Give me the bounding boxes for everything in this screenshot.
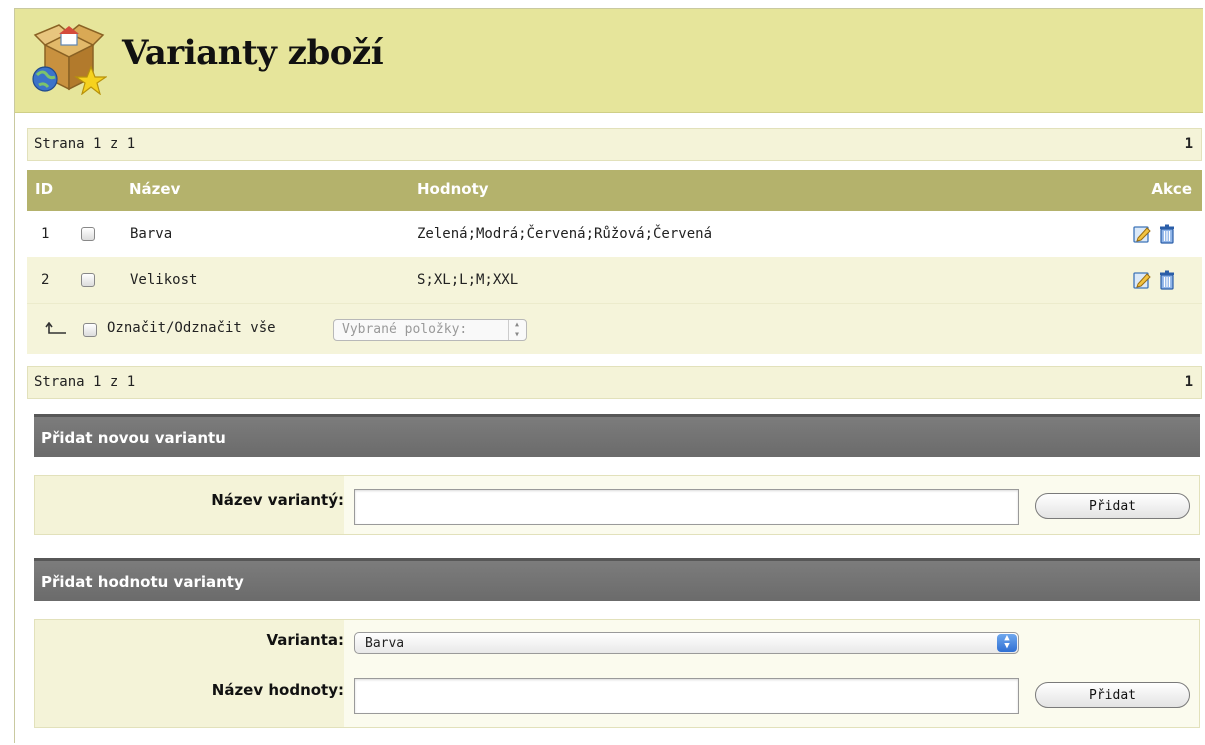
trash-icon[interactable] <box>1157 270 1177 290</box>
pager-label: Strana 1 z 1 <box>34 136 136 152</box>
row-id: 1 <box>41 226 50 242</box>
edit-icon[interactable] <box>1132 224 1152 244</box>
pager-page-link[interactable]: 1 <box>1185 374 1193 390</box>
row-id: 2 <box>41 272 50 288</box>
edit-icon[interactable] <box>1132 270 1152 290</box>
form-field-column: Barva ▲ ▼ Přidat <box>344 620 1199 727</box>
row-name: Barva <box>130 226 173 242</box>
add-value-button[interactable]: Přidat <box>1035 682 1190 708</box>
variant-name-label: Název variantý: <box>211 491 344 509</box>
table-header-row: ID Název Hodnoty Akce <box>27 170 1202 211</box>
logo-box-icon <box>32 24 107 95</box>
form-field-column: Přidat <box>344 476 1199 534</box>
column-header-name[interactable]: Název <box>129 180 180 198</box>
add-variant-heading-bar: Přidat novou variantu <box>34 414 1200 457</box>
select-all-checkbox[interactable] <box>83 323 97 337</box>
page-frame: Varianty zboží Strana 1 z 1 1 ID Název H… <box>14 8 1203 743</box>
select-all-label[interactable]: Označit/Odznačit vše <box>107 320 276 336</box>
chevron-updown-icon: ▴ ▾ <box>507 320 520 340</box>
page-title: Varianty zboží <box>122 33 384 73</box>
add-value-form: Varianta: Název hodnoty: Barva ▲ ▼ Přidat <box>34 619 1200 728</box>
value-name-input[interactable] <box>354 678 1019 714</box>
column-header-id[interactable]: ID <box>35 180 53 198</box>
pager-label: Strana 1 z 1 <box>34 374 136 390</box>
column-header-values[interactable]: Hodnoty <box>417 180 489 198</box>
dropdown-arrows-icon: ▲ ▼ <box>997 634 1017 652</box>
bulk-action-select[interactable]: Vybrané položky: ▴ ▾ <box>333 319 527 341</box>
variant-name-input[interactable] <box>354 489 1019 525</box>
table-row: 1 Barva Zelená;Modrá;Červená;Růžová;Červ… <box>27 211 1202 257</box>
row-checkbox[interactable] <box>81 227 95 241</box>
pager-bottom: Strana 1 z 1 1 <box>27 366 1202 399</box>
column-header-actions: Akce <box>1151 180 1192 198</box>
bulk-action-placeholder: Vybrané položky: <box>342 322 468 337</box>
value-name-label: Název hodnoty: <box>211 681 344 699</box>
add-value-heading: Přidat hodnotu varianty <box>41 573 244 591</box>
row-values: Zelená;Modrá;Červená;Růžová;Červená <box>417 226 713 242</box>
page-header: Varianty zboží <box>15 9 1203 113</box>
row-name: Velikost <box>130 272 198 288</box>
row-values: S;XL;L;M;XXL <box>417 272 519 288</box>
trash-icon[interactable] <box>1157 224 1177 244</box>
add-variant-button[interactable]: Přidat <box>1035 493 1190 519</box>
variant-select-value: Barva <box>365 636 405 651</box>
form-label-column: Název variantý: <box>35 476 344 534</box>
bulk-actions-row: Označit/Odznačit vše Vybrané položky: ▴ ▾ <box>27 303 1202 354</box>
row-checkbox[interactable] <box>81 273 95 287</box>
add-value-heading-bar: Přidat hodnotu varianty <box>34 558 1200 601</box>
pager-page-link[interactable]: 1 <box>1185 136 1193 152</box>
add-variant-heading: Přidat novou variantu <box>41 429 226 447</box>
pager-top: Strana 1 z 1 1 <box>27 128 1202 161</box>
form-label-column: Varianta: Název hodnoty: <box>35 620 344 727</box>
variant-select[interactable]: Barva ▲ ▼ <box>354 632 1019 654</box>
table-row: 2 Velikost S;XL;L;M;XXL <box>27 257 1202 303</box>
variant-select-label: Varianta: <box>266 631 344 649</box>
variants-table: ID Název Hodnoty Akce 1 Barva Zelená;Mod… <box>27 170 1202 354</box>
add-variant-form: Název variantý: Přidat <box>34 475 1200 535</box>
select-all-arrow-icon <box>45 322 66 334</box>
